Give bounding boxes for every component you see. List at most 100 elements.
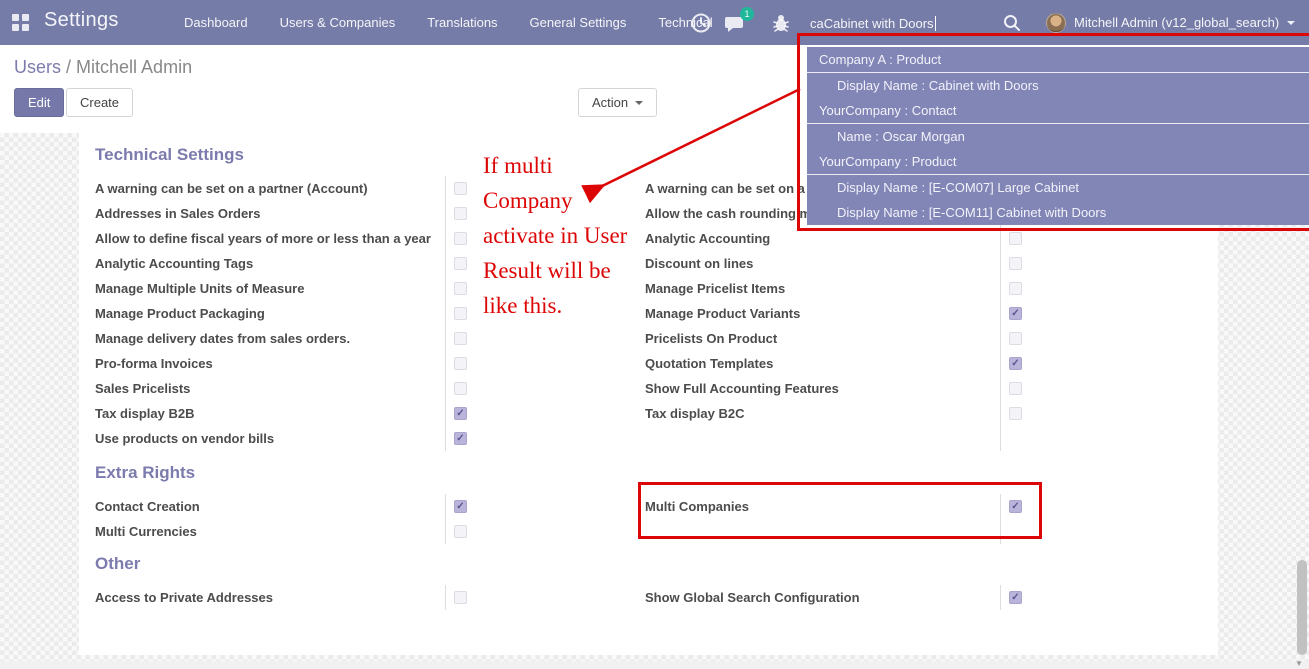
setting-row: Analytic Accounting Tags — [95, 251, 467, 276]
setting-row: Sales Pricelists — [95, 376, 467, 401]
scrollbar-down-arrow[interactable]: ▼ — [1292, 659, 1306, 669]
activities-clock-icon[interactable] — [690, 12, 712, 34]
checkbox-cell — [1000, 301, 1022, 326]
setting-label: Analytic Accounting — [645, 231, 771, 246]
edit-button[interactable]: Edit — [14, 88, 65, 117]
section-title-technical-settings: Technical Settings — [95, 145, 244, 164]
checkbox-multi-companies[interactable] — [1009, 500, 1022, 513]
apps-menu-icon[interactable] — [12, 14, 29, 31]
setting-row: Multi Companies — [645, 494, 1022, 519]
setting-row: Manage Product Packaging — [95, 301, 467, 326]
checkbox-manage-pricelist-items[interactable] — [1009, 282, 1022, 295]
checkbox-show-global-search-configuration[interactable] — [1009, 591, 1022, 604]
horizontal-scrollbar-track[interactable] — [0, 661, 1309, 669]
checkbox-allow-to-define-fiscal-years-of-more-or-less-than-a-year[interactable] — [454, 232, 467, 245]
setting-label: Contact Creation — [95, 499, 200, 514]
checkbox-pricelists-on-product[interactable] — [1009, 332, 1022, 345]
setting-label: Manage Multiple Units of Measure — [95, 281, 305, 296]
checkbox-cell — [445, 326, 467, 351]
checkbox-cell — [1000, 276, 1022, 301]
setting-label: Show Global Search Configuration — [645, 590, 860, 605]
checkbox-cell — [1000, 351, 1022, 376]
nav-menu: Dashboard Users & Companies Translations Ge… — [184, 0, 713, 45]
checkbox-cell — [1000, 426, 1022, 451]
checkbox-access-to-private-addresses[interactable] — [454, 591, 467, 604]
setting-label: Multi Currencies — [95, 524, 197, 539]
setting-label: Quotation Templates — [645, 356, 774, 371]
setting-row: Manage delivery dates from sales orders. — [95, 326, 467, 351]
checkbox-cell — [445, 494, 467, 519]
setting-label: Access to Private Addresses — [95, 590, 274, 605]
checkbox-addresses-in-sales-orders[interactable] — [454, 207, 467, 220]
checkbox-a-warning-can-be-set-on-a-partner-account-[interactable] — [454, 182, 467, 195]
global-search-input[interactable]: caCabinet with Doors — [810, 11, 1000, 35]
search-result-item[interactable]: Display Name : Cabinet with Doors — [807, 73, 1309, 98]
checkbox-cell — [1000, 585, 1022, 610]
user-name: Mitchell Admin (v12_global_search) — [1074, 15, 1280, 30]
nav-menu-item-general-settings[interactable]: General Settings — [530, 15, 627, 30]
checkbox-pro-forma-invoices[interactable] — [454, 357, 467, 370]
nav-menu-item-dashboard[interactable]: Dashboard — [184, 15, 248, 30]
checkbox-manage-product-variants[interactable] — [1009, 307, 1022, 320]
extra-rights-left-column: Contact Creation Multi Currencies — [95, 494, 467, 544]
checkbox-cell — [445, 519, 467, 544]
search-result-item[interactable]: Display Name : [E-COM07] Large Cabinet — [807, 175, 1309, 200]
checkbox-discount-on-lines[interactable] — [1009, 257, 1022, 270]
checkbox-manage-multiple-units-of-measure[interactable] — [454, 282, 467, 295]
user-caret-down-icon — [1287, 20, 1296, 25]
checkbox-manage-delivery-dates-from-sales-orders-[interactable] — [454, 332, 467, 345]
create-button[interactable]: Create — [66, 88, 134, 117]
setting-row: Tax display B2B — [95, 401, 467, 426]
checkbox-sales-pricelists[interactable] — [454, 382, 467, 395]
search-result-item[interactable]: Display Name : [E-COM11] Cabinet with Do… — [807, 200, 1309, 225]
breadcrumb-current: Mitchell Admin — [76, 57, 193, 77]
checkbox-quotation-templates[interactable] — [1009, 357, 1022, 370]
breadcrumb: Users / Mitchell Admin — [14, 57, 192, 78]
checkbox-manage-product-packaging[interactable] — [454, 307, 467, 320]
checkbox-analytic-accounting-tags[interactable] — [454, 257, 467, 270]
setting-row — [645, 426, 1022, 451]
setting-label: A warning can be set on a partner (Accou… — [95, 181, 368, 196]
user-menu[interactable]: Mitchell Admin (v12_global_search) — [1046, 0, 1296, 45]
checkbox-cell — [445, 301, 467, 326]
setting-label: Sales Pricelists — [95, 381, 191, 396]
search-results-dropdown: Company A : Product Display Name : Cabine… — [807, 47, 1309, 225]
setting-label: Tax display B2C — [645, 406, 745, 421]
breadcrumb-users-link[interactable]: Users — [14, 57, 61, 77]
annotation-note: If multi Company activate in User Result wi… — [483, 148, 627, 323]
checkbox-cell — [1000, 494, 1022, 519]
nav-menu-item-translations[interactable]: Translations — [427, 15, 497, 30]
search-result-item[interactable]: Name : Oscar Morgan — [807, 124, 1309, 149]
breadcrumb-separator: / — [61, 57, 77, 77]
checkbox-contact-creation[interactable] — [454, 500, 467, 513]
action-dropdown-button[interactable]: Action — [578, 88, 658, 117]
setting-label: Pro-forma Invoices — [95, 356, 213, 371]
messages-badge: 1 — [740, 7, 754, 21]
setting-label: Addresses in Sales Orders — [95, 206, 261, 221]
messages-icon[interactable]: 1 — [724, 7, 754, 34]
checkbox-show-full-accounting-features[interactable] — [1009, 382, 1022, 395]
checkbox-tax-display-b2b[interactable] — [454, 407, 467, 420]
annotation-line: Result will be — [483, 258, 611, 283]
checkbox-cell — [445, 426, 467, 451]
nav-menu-item-users-companies[interactable]: Users & Companies — [280, 15, 396, 30]
checkbox-cell — [445, 276, 467, 301]
checkbox-analytic-accounting[interactable] — [1009, 232, 1022, 245]
setting-row: Contact Creation — [95, 494, 467, 519]
vertical-scrollbar-thumb[interactable] — [1297, 560, 1307, 655]
setting-label: Discount on lines — [645, 256, 754, 271]
search-icon[interactable] — [1003, 14, 1021, 32]
setting-label: Manage Product Packaging — [95, 306, 265, 321]
setting-row: Use products on vendor bills — [95, 426, 467, 451]
search-result-group-header: YourCompany : Product — [807, 149, 1309, 175]
setting-row: Addresses in Sales Orders — [95, 201, 467, 226]
other-left-column: Access to Private Addresses — [95, 585, 467, 610]
checkbox-use-products-on-vendor-bills[interactable] — [454, 432, 467, 445]
checkbox-multi-currencies[interactable] — [454, 525, 467, 538]
section-title-other: Other — [95, 554, 141, 573]
setting-row: Allow to define fiscal years of more or … — [95, 226, 467, 251]
checkbox-tax-display-b2c[interactable] — [1009, 407, 1022, 420]
setting-label: Analytic Accounting Tags — [95, 256, 254, 271]
debug-bug-icon[interactable] — [770, 12, 792, 34]
setting-row: Quotation Templates — [645, 351, 1022, 376]
